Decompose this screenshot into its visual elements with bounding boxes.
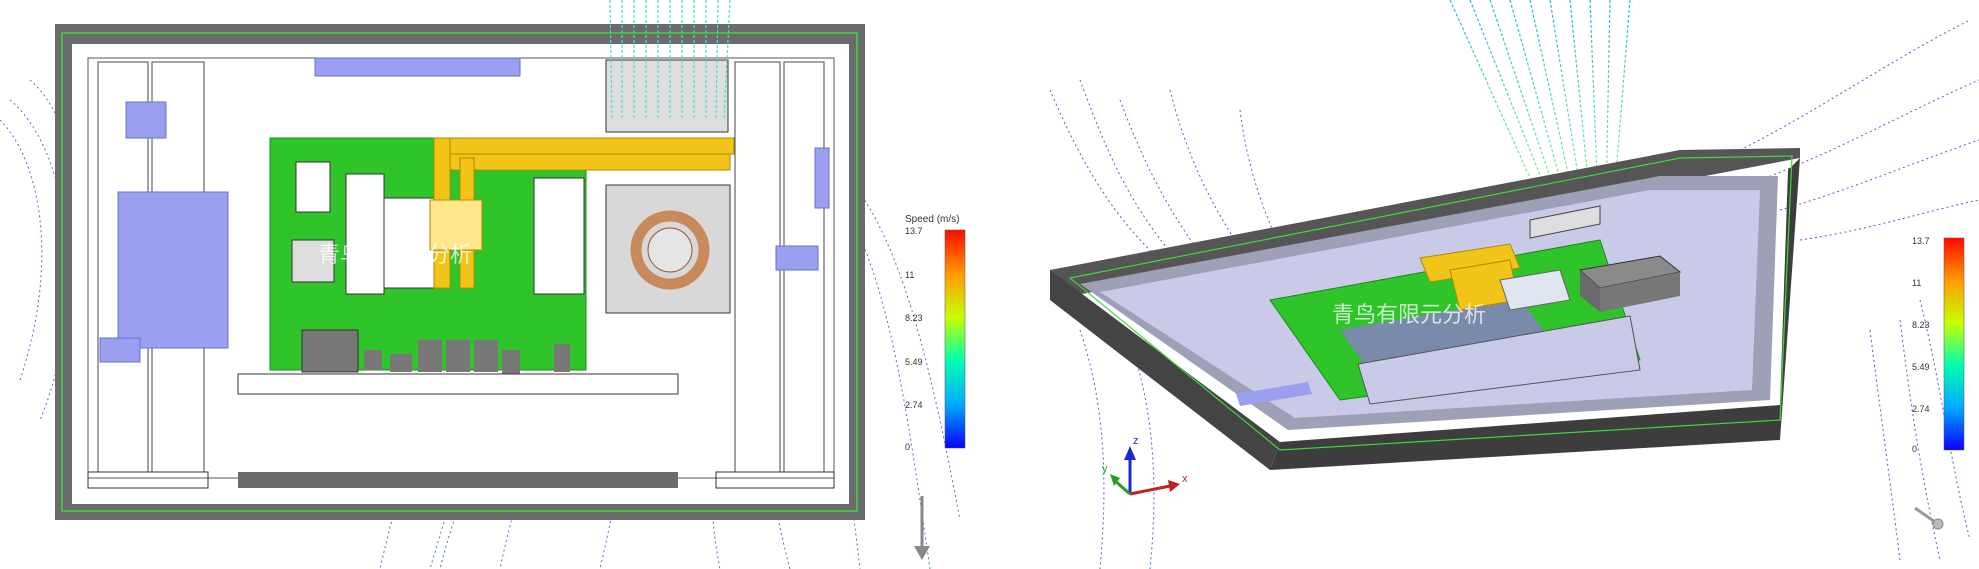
legend-tick: 13.7 bbox=[1912, 236, 1930, 246]
triad-y-label: y bbox=[1102, 463, 1108, 475]
legend-tick: 2.74 bbox=[905, 400, 923, 410]
legend-tick: 2.74 bbox=[1912, 404, 1930, 414]
legend-tick: 5.49 bbox=[1912, 362, 1930, 372]
right-simulation-view: 青鸟有限元分析 z x y 13.7 11 8.23 5.49 2.74 0 bbox=[1040, 0, 1979, 569]
legend-tick: 8.23 bbox=[905, 313, 923, 323]
watermark-left: 青鸟有限元分析 bbox=[318, 243, 472, 268]
legend-title-left: Speed (m/s) bbox=[905, 214, 959, 225]
down-arrow-icon bbox=[914, 496, 930, 560]
right-view-canvas: 青鸟有限元分析 z x y 13.7 11 8.23 5.49 2.74 0 bbox=[1049, 0, 1979, 569]
triad-x-label: x bbox=[1182, 473, 1188, 485]
legend-tick: 11 bbox=[905, 270, 914, 280]
speed-legend-left: Speed (m/s) 13.7 11 8.23 5.49 2.74 0 bbox=[905, 214, 966, 452]
gravity-arrow-icon bbox=[1914, 506, 1944, 530]
legend-tick: 13.7 bbox=[905, 226, 923, 236]
watermark-right: 青鸟有限元分析 bbox=[1332, 303, 1486, 328]
speed-legend-right: 13.7 11 8.23 5.49 2.74 0 bbox=[1912, 236, 1965, 454]
left-view-canvas: 青鸟有限元分析 Speed (m/s) 13.7 11 8.23 5.49 2.… bbox=[0, 0, 966, 569]
legend-tick: 0 bbox=[1912, 444, 1917, 454]
legend-tick: 11 bbox=[1912, 278, 1921, 288]
legend-tick: 5.49 bbox=[905, 357, 923, 367]
coordinate-triad-icon: z x y bbox=[1102, 435, 1188, 496]
legend-tick: 0 bbox=[905, 442, 910, 452]
triad-z-label: z bbox=[1133, 435, 1139, 447]
fan-assembly bbox=[605, 59, 731, 314]
left-simulation-view: 青鸟有限元分析 Speed (m/s) 13.7 11 8.23 5.49 2.… bbox=[0, 0, 990, 569]
legend-tick: 8.23 bbox=[1912, 320, 1930, 330]
